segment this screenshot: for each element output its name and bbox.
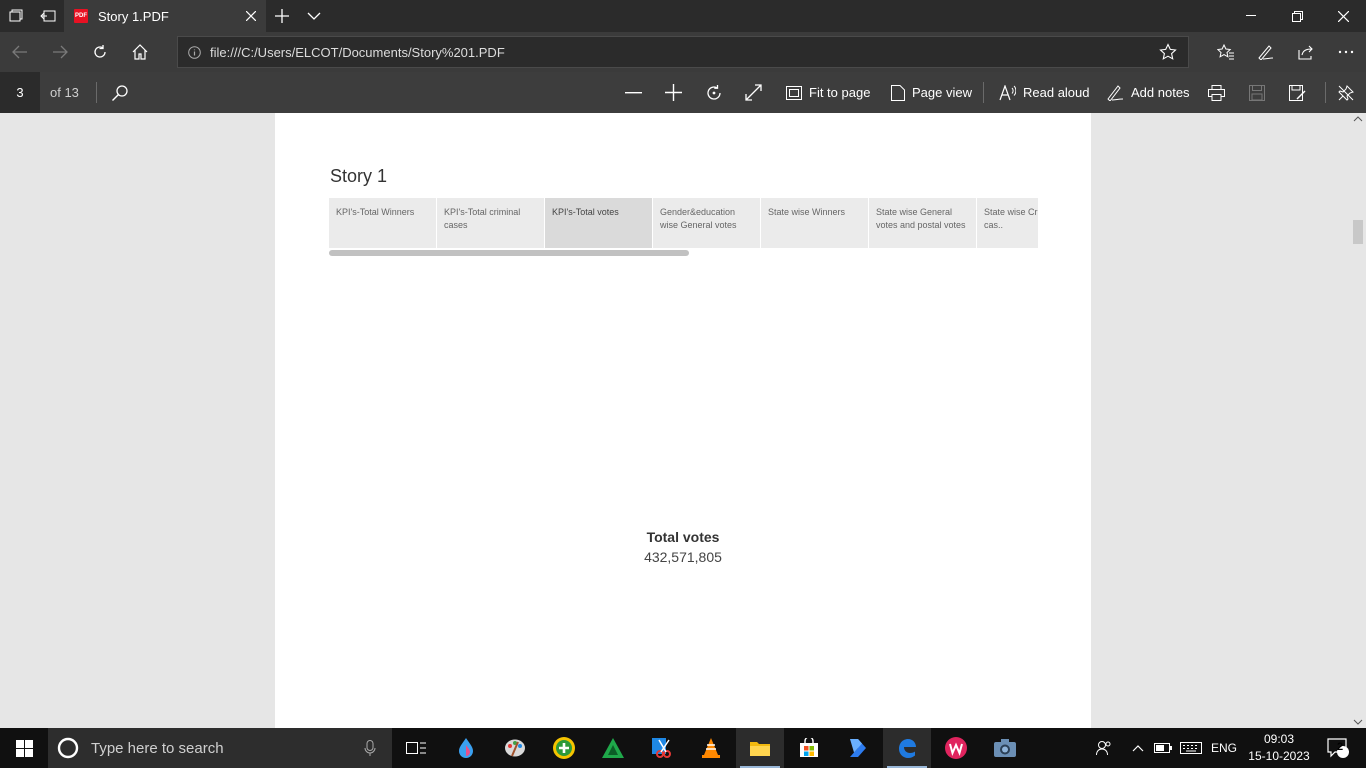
vlc-icon[interactable] xyxy=(687,728,735,768)
story-tab[interactable]: State wise Criminal cas.. xyxy=(977,198,1038,248)
navigation-bar: file:///C:/Users/ELCOT/Documents/Story%2… xyxy=(0,32,1366,72)
rotate-icon[interactable] xyxy=(705,72,723,113)
toolbar-divider xyxy=(983,82,984,103)
notification-count: 2 xyxy=(1337,741,1344,753)
scroll-down-icon[interactable] xyxy=(1350,716,1366,728)
fit-to-page-button[interactable]: Fit to page xyxy=(786,72,870,113)
clock[interactable]: 09:03 15-10-2023 xyxy=(1240,731,1318,765)
taskbar-search-box[interactable]: Type here to search xyxy=(48,728,392,768)
paint-3d-icon[interactable] xyxy=(442,728,490,768)
page-count: of 13 xyxy=(50,85,79,100)
clock-date: 15-10-2023 xyxy=(1248,749,1310,763)
story-tab[interactable]: State wise General votes and postal vote… xyxy=(869,198,976,248)
tab-title: Story 1.PDF xyxy=(98,8,169,24)
address-bar[interactable]: file:///C:/Users/ELCOT/Documents/Story%2… xyxy=(177,36,1189,68)
vertical-scrollbar[interactable] xyxy=(1350,113,1366,728)
taskbar: Type here to search ENG 09:03 15-10-2023… xyxy=(0,728,1366,768)
scrollbar-thumb[interactable] xyxy=(1353,220,1363,244)
url-text: file:///C:/Users/ELCOT/Documents/Story%2… xyxy=(210,44,505,60)
snipping-tool-icon[interactable] xyxy=(638,728,686,768)
page-view-label: Page view xyxy=(912,85,972,100)
add-notes-label: Add notes xyxy=(1131,85,1190,100)
search-placeholder: Type here to search xyxy=(91,739,224,757)
forward-icon[interactable] xyxy=(40,32,80,72)
kpi-label: Total votes xyxy=(646,529,720,545)
add-notes-button[interactable]: Add notes xyxy=(1106,72,1190,113)
refresh-icon[interactable] xyxy=(80,32,120,72)
back-icon[interactable] xyxy=(0,32,40,72)
close-window-icon[interactable] xyxy=(1320,0,1366,32)
print-icon[interactable] xyxy=(1208,72,1225,113)
story-title: Story 1 xyxy=(330,166,388,186)
home-icon[interactable] xyxy=(120,32,160,72)
new-tab-icon[interactable] xyxy=(266,0,298,32)
minimize-icon[interactable] xyxy=(1228,0,1274,32)
green-plus-app-icon[interactable] xyxy=(540,728,588,768)
web-note-pen-icon[interactable] xyxy=(1246,32,1286,72)
page-view-icon xyxy=(891,84,905,101)
story-tab[interactable]: Gender&education wise General votes xyxy=(653,198,760,248)
zoom-in-icon[interactable] xyxy=(665,72,682,113)
story-tab[interactable]: State wise Winners xyxy=(761,198,868,248)
page-view-button[interactable]: Page view xyxy=(891,72,972,113)
tab-actions-icon[interactable] xyxy=(0,0,32,32)
people-icon[interactable] xyxy=(1090,728,1118,768)
task-view-icon[interactable] xyxy=(392,728,440,768)
fullscreen-icon[interactable] xyxy=(745,72,762,113)
favorites-icon[interactable] xyxy=(1206,32,1246,72)
microsoft-store-icon[interactable] xyxy=(785,728,833,768)
close-tab-icon[interactable] xyxy=(236,0,266,32)
browser-tab-active[interactable]: PDF Story 1.PDF xyxy=(64,0,266,32)
story-tab[interactable]: KPI's-Total Winners xyxy=(329,198,436,248)
cortana-circle-icon xyxy=(57,737,79,759)
share-icon[interactable] xyxy=(1286,32,1326,72)
paint-palette-icon[interactable] xyxy=(491,728,539,768)
favorite-star-icon[interactable] xyxy=(1148,43,1188,61)
fit-to-page-icon xyxy=(786,85,802,100)
site-info-icon[interactable] xyxy=(178,45,210,59)
search-icon[interactable] xyxy=(111,72,131,113)
file-explorer-icon[interactable] xyxy=(736,728,784,768)
read-aloud-button[interactable]: Read aloud xyxy=(999,72,1090,113)
action-center-button[interactable]: 2 xyxy=(1318,728,1358,768)
scroll-up-icon[interactable] xyxy=(1350,113,1366,125)
microphone-icon[interactable] xyxy=(364,740,376,756)
story-tab[interactable]: KPI's-Total votes xyxy=(545,198,652,248)
wps-office-icon[interactable] xyxy=(932,728,980,768)
edge-legacy-icon[interactable] xyxy=(883,728,931,768)
fit-to-page-label: Fit to page xyxy=(809,85,871,100)
restore-icon[interactable] xyxy=(1274,0,1320,32)
toolbar-divider xyxy=(1325,82,1326,103)
green-triangle-app-icon[interactable] xyxy=(589,728,637,768)
touch-keyboard-icon[interactable] xyxy=(1177,728,1205,768)
story-navigator-scrollbar[interactable] xyxy=(329,250,689,256)
kpi-value: 432,571,805 xyxy=(644,549,722,565)
pdf-toolbar: 3 of 13 Fit to page Page view Read aloud… xyxy=(0,72,1366,113)
show-hidden-icons-chevron-icon[interactable] xyxy=(1128,728,1148,768)
story-navigator: KPI's-Total Winners KPI's-Total criminal … xyxy=(329,198,1038,248)
unpin-toolbar-icon[interactable] xyxy=(1338,72,1354,113)
zoom-out-icon[interactable] xyxy=(625,72,642,113)
toolbar-divider xyxy=(96,82,97,103)
tab-preview-chevron-icon[interactable] xyxy=(298,0,330,32)
save-icon[interactable] xyxy=(1249,72,1265,113)
more-options-icon[interactable] xyxy=(1326,32,1366,72)
set-tabs-aside-icon[interactable] xyxy=(32,0,64,32)
title-bar: PDF Story 1.PDF xyxy=(0,0,1366,32)
page-number-input[interactable]: 3 xyxy=(0,72,40,113)
windows-start-icon[interactable] xyxy=(0,728,48,768)
pdf-favicon-icon: PDF xyxy=(74,9,88,23)
battery-icon[interactable] xyxy=(1151,728,1175,768)
read-aloud-label: Read aloud xyxy=(1023,85,1090,100)
save-as-icon[interactable] xyxy=(1289,72,1306,113)
pen-icon xyxy=(1107,85,1124,101)
story-tab[interactable]: KPI's-Total criminal cases xyxy=(437,198,544,248)
read-aloud-icon xyxy=(999,84,1016,100)
document-viewport[interactable]: Story 1 KPI's-Total Winners KPI's-Total c… xyxy=(0,113,1350,728)
pdf-page: Story 1 KPI's-Total Winners KPI's-Total c… xyxy=(275,113,1091,728)
camera-icon[interactable] xyxy=(981,728,1029,768)
power-automate-icon[interactable] xyxy=(834,728,882,768)
language-indicator[interactable]: ENG xyxy=(1208,728,1240,768)
clock-time: 09:03 xyxy=(1263,732,1295,746)
